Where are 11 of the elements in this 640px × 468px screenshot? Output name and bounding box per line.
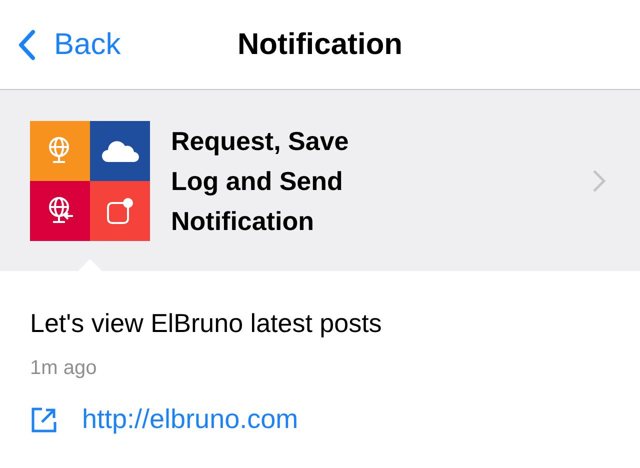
applet-title: Request, Save Log and Send Notification [171, 124, 350, 238]
notification-icon [105, 196, 135, 226]
back-chevron-icon [18, 28, 36, 60]
timestamp: 1m ago [30, 357, 98, 380]
website-link[interactable]: http://elbruno.com [82, 404, 298, 435]
back-button[interactable]: Back [0, 28, 121, 62]
nav-title: Notification [236, 28, 404, 62]
notification-message: Let's view ElBruno latest posts [30, 307, 383, 340]
applet-card[interactable]: Request, Save Log and Send Notification [0, 90, 640, 271]
external-link-icon [30, 406, 58, 434]
chevron-icon [592, 168, 606, 192]
